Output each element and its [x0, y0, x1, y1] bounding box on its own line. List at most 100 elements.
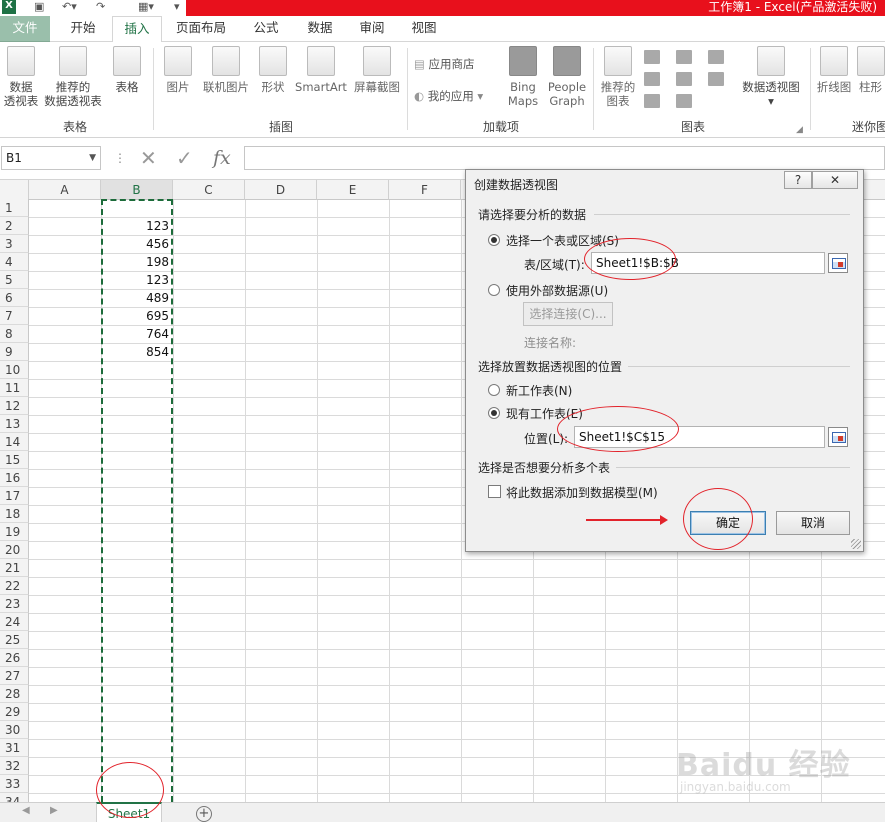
table-button[interactable]: 表格 [108, 46, 146, 94]
row-header[interactable]: 5 [0, 271, 29, 289]
row-header[interactable]: 14 [0, 433, 29, 451]
row-header[interactable]: 11 [0, 379, 29, 397]
location-picker-icon[interactable] [828, 427, 848, 447]
tab-formulas[interactable]: 公式 [242, 16, 290, 42]
hierarchy-chart-icon[interactable] [676, 50, 692, 64]
row-header[interactable]: 24 [0, 613, 29, 631]
row-header[interactable]: 22 [0, 577, 29, 595]
column-header-f[interactable]: F [389, 180, 461, 200]
cancel-icon[interactable]: ✕ [140, 146, 157, 170]
save-icon[interactable]: ▣ [34, 0, 44, 14]
row-header[interactable]: 21 [0, 559, 29, 577]
close-button[interactable]: ✕ [812, 171, 858, 189]
sparkline-line-button[interactable]: 折线图 [814, 46, 854, 94]
resize-grip-icon[interactable] [851, 539, 861, 549]
row-header[interactable]: 1 [0, 199, 29, 217]
tab-insert[interactable]: 插入 [112, 16, 162, 43]
tab-view[interactable]: 视图 [400, 16, 448, 42]
people-graph-button[interactable]: People Graph [545, 46, 589, 108]
row-header[interactable]: 6 [0, 289, 29, 307]
next-sheet-icon[interactable]: ▶ [50, 805, 58, 816]
label-new-worksheet[interactable]: 新工作表(N) [506, 382, 572, 399]
customize-quick-access-icon[interactable]: ▾ [174, 0, 180, 14]
insert-function-icon[interactable]: fx [213, 146, 231, 170]
column-header-e[interactable]: E [317, 180, 389, 200]
prev-sheet-icon[interactable]: ◀ [22, 805, 30, 816]
add-sheet-icon[interactable]: + [196, 806, 212, 822]
row-header[interactable]: 33 [0, 775, 29, 793]
quick-access-icon[interactable]: ▦▾ [138, 0, 154, 14]
line-chart-icon[interactable] [644, 72, 660, 86]
row-header[interactable]: 10 [0, 361, 29, 379]
row-header[interactable]: 34 [0, 793, 29, 802]
row-header[interactable]: 28 [0, 685, 29, 703]
recommended-pivot-button[interactable]: 推荐的 数据透视表 [42, 46, 104, 108]
column-chart-icon[interactable] [644, 50, 660, 64]
tab-file[interactable]: 文件 [0, 16, 50, 42]
row-header[interactable]: 16 [0, 469, 29, 487]
row-header[interactable]: 7 [0, 307, 29, 325]
column-header-c[interactable]: C [173, 180, 245, 200]
column-header-d[interactable]: D [245, 180, 317, 200]
label-add-to-data-model[interactable]: 将此数据添加到数据模型(M) [506, 484, 658, 501]
row-header[interactable]: 2 [0, 217, 29, 235]
cancel-button[interactable]: 取消 [776, 511, 850, 535]
row-header[interactable]: 25 [0, 631, 29, 649]
radio-external-source[interactable] [488, 284, 500, 296]
my-apps-button[interactable]: ◐ 我的应用 ▾ [414, 88, 483, 104]
tab-page-layout[interactable]: 页面布局 [168, 16, 234, 42]
row-header[interactable]: 4 [0, 253, 29, 271]
online-pictures-button[interactable]: 联机图片 [200, 46, 252, 94]
row-header[interactable]: 9 [0, 343, 29, 361]
row-header[interactable]: 32 [0, 757, 29, 775]
row-header[interactable]: 18 [0, 505, 29, 523]
name-box[interactable]: B1 ▼ [1, 146, 101, 170]
pivot-chart-button[interactable]: 数据透视图 ▾ [740, 46, 802, 108]
app-store-button[interactable]: ▤ 应用商店 [414, 56, 475, 72]
radio-table-range[interactable] [488, 234, 500, 246]
tab-data[interactable]: 数据 [296, 16, 344, 42]
row-header[interactable]: 26 [0, 649, 29, 667]
radio-existing-worksheet[interactable] [488, 407, 500, 419]
scatter-chart-icon[interactable] [676, 94, 692, 108]
tab-home[interactable]: 开始 [58, 16, 108, 42]
statistic-chart-icon[interactable] [676, 72, 692, 86]
undo-icon[interactable]: ↶▾ [62, 0, 77, 14]
row-header[interactable]: 12 [0, 397, 29, 415]
add-to-data-model-checkbox[interactable] [488, 485, 501, 498]
column-header-b[interactable]: B [101, 180, 173, 200]
row-header[interactable]: 19 [0, 523, 29, 541]
row-header[interactable]: 23 [0, 595, 29, 613]
column-header-a[interactable]: A [29, 180, 101, 200]
row-header[interactable]: 20 [0, 541, 29, 559]
waterfall-chart-icon[interactable] [708, 50, 724, 64]
row-header[interactable]: 17 [0, 487, 29, 505]
row-header[interactable]: 15 [0, 451, 29, 469]
smartart-button[interactable]: SmartArt [294, 46, 348, 94]
tab-review[interactable]: 审阅 [348, 16, 396, 42]
recommended-charts-button[interactable]: 推荐的 图表 [598, 46, 638, 108]
row-header[interactable]: 27 [0, 667, 29, 685]
choose-connection-button[interactable]: 选择连接(C)... [523, 302, 613, 326]
row-header[interactable]: 8 [0, 325, 29, 343]
help-button[interactable]: ? [784, 171, 812, 189]
pictures-button[interactable]: 图片 [158, 46, 198, 94]
bing-maps-button[interactable]: Bing Maps [504, 46, 542, 108]
redo-icon[interactable]: ↷ [96, 0, 105, 14]
sparkline-column-button[interactable]: 柱形 [856, 46, 885, 94]
row-header[interactable]: 3 [0, 235, 29, 253]
row-header[interactable]: 29 [0, 703, 29, 721]
pivot-table-button[interactable]: 数据 透视表 [2, 46, 40, 108]
range-picker-icon[interactable] [828, 253, 848, 273]
pie-chart-icon[interactable] [644, 94, 660, 108]
dialog-launcher-icon[interactable]: ◢ [796, 125, 803, 135]
radio-new-worksheet[interactable] [488, 384, 500, 396]
label-external-source[interactable]: 使用外部数据源(U) [506, 282, 608, 299]
row-header[interactable]: 13 [0, 415, 29, 433]
row-header[interactable]: 31 [0, 739, 29, 757]
formula-input[interactable] [244, 146, 885, 170]
screenshot-button[interactable]: 屏幕截图 [350, 46, 404, 94]
enter-icon[interactable]: ✓ [176, 146, 193, 170]
shapes-button[interactable]: 形状 [256, 46, 290, 94]
row-header[interactable]: 30 [0, 721, 29, 739]
